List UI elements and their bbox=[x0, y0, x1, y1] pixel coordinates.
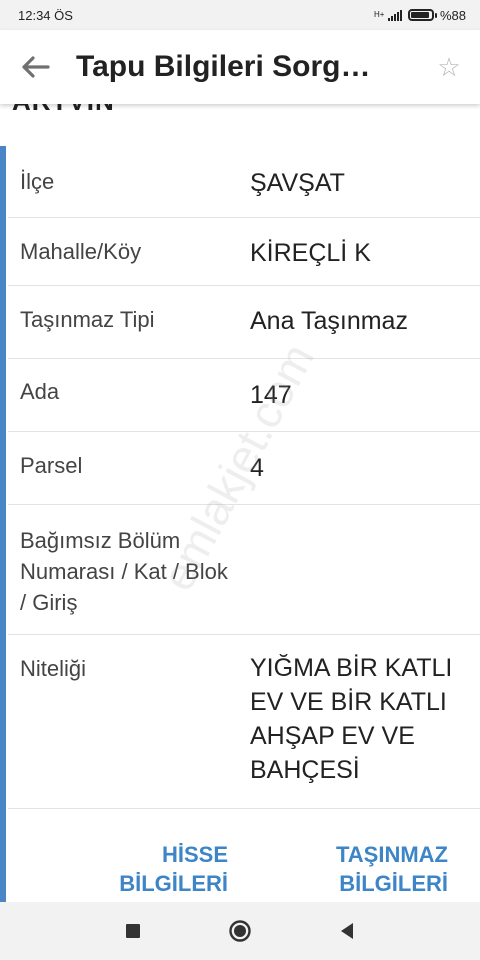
row-value: KİREÇLİ K bbox=[250, 239, 371, 267]
arrow-left-icon bbox=[22, 56, 50, 78]
detail-row-neighborhood: Mahalle/Köy KİREÇLİ K bbox=[8, 218, 480, 286]
row-label: Bağımsız Bölüm Numarası / Kat / Blok / G… bbox=[20, 528, 228, 615]
home-button[interactable] bbox=[210, 902, 270, 960]
back-nav-button[interactable] bbox=[317, 902, 377, 960]
triangle-back-icon bbox=[340, 923, 353, 939]
row-label: Niteliği bbox=[20, 656, 87, 681]
action-buttons: HİSSE BİLGİLERİ TAŞINMAZ BİLGİLERİ bbox=[0, 808, 480, 902]
row-value: ŞAVŞAT bbox=[250, 169, 345, 197]
app-bar: Tapu Bilgileri Sorg… ☆ bbox=[0, 30, 480, 104]
battery-fill bbox=[410, 12, 429, 18]
status-time: 12:34 ÖS bbox=[18, 7, 73, 23]
network-type-indicator: H+ bbox=[373, 10, 385, 19]
star-outline-icon: ☆ bbox=[437, 51, 461, 82]
detail-row-qualification: Niteliği YIĞMA BİR KATLI EV VE BİR KATLI… bbox=[8, 635, 480, 809]
row-value: Ana Taşınmaz bbox=[250, 307, 408, 335]
favorite-button[interactable]: ☆ bbox=[418, 30, 480, 104]
signal-icon bbox=[387, 9, 402, 21]
row-value: YIĞMA BİR KATLI EV VE BİR KATLI AHŞAP EV… bbox=[250, 654, 453, 784]
card-accent-bar bbox=[0, 146, 6, 902]
property-info-button[interactable]: TAŞINMAZ BİLGİLERİ bbox=[290, 840, 448, 898]
recents-button[interactable] bbox=[103, 902, 163, 960]
row-label: Taşınmaz Tipi bbox=[20, 307, 155, 332]
battery-percent: %88 bbox=[439, 7, 466, 23]
system-nav-bar bbox=[0, 902, 480, 960]
content-area[interactable]: ARTVİN İlçe ŞAVŞAT Mahalle/Köy KİREÇLİ K… bbox=[0, 104, 480, 902]
share-info-button[interactable]: HİSSE BİLGİLERİ bbox=[90, 840, 228, 898]
row-label: Ada bbox=[20, 379, 60, 404]
battery-icon bbox=[407, 9, 437, 21]
back-button[interactable] bbox=[0, 30, 70, 104]
section-heading: ARTVİN bbox=[12, 104, 115, 117]
detail-row-unit-number: Bağımsız Bölüm Numarası / Kat / Blok / G… bbox=[8, 505, 480, 635]
detail-row-parcel: Parsel 4 bbox=[8, 432, 480, 505]
circle-icon bbox=[229, 920, 251, 942]
detail-row-district: İlçe ŞAVŞAT bbox=[8, 146, 480, 218]
square-icon bbox=[126, 924, 141, 938]
row-value: 147 bbox=[250, 381, 292, 409]
section-header: ARTVİN bbox=[0, 104, 480, 146]
detail-row-property-type: Taşınmaz Tipi Ana Taşınmaz bbox=[8, 286, 480, 359]
status-bar: 12:34 ÖS H+ %88 bbox=[0, 0, 480, 30]
row-value: 4 bbox=[250, 454, 264, 482]
page-title: Tapu Bilgileri Sorg… bbox=[76, 50, 371, 83]
row-label: Mahalle/Köy bbox=[20, 239, 142, 264]
row-label: İlçe bbox=[20, 169, 55, 194]
detail-row-block: Ada 147 bbox=[8, 359, 480, 432]
row-label: Parsel bbox=[20, 453, 83, 478]
status-icons: H+ %88 bbox=[374, 8, 466, 23]
